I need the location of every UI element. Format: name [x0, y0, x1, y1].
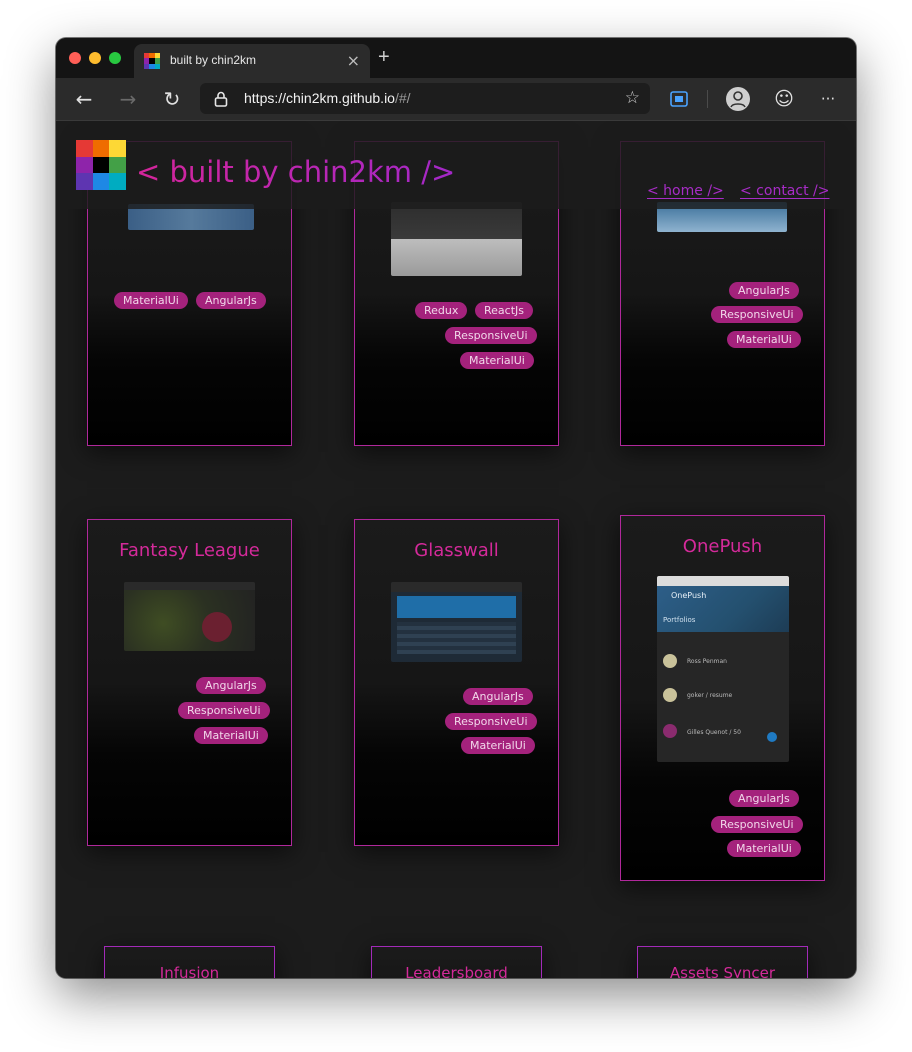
emoji-feedback-icon[interactable]: ☺	[772, 87, 796, 111]
nav-link-contact[interactable]: < contact />	[740, 183, 829, 199]
project-title: Infusion	[159, 964, 220, 978]
address-bar[interactable]: https://chin2km.github.io/#/ ☆	[200, 83, 650, 114]
screenshot-entry: Gilles Quenot / 50	[687, 729, 741, 736]
project-title: Glasswall	[414, 540, 499, 561]
project-card-assets-syncer[interactable]: Assets Syncer	[637, 946, 808, 978]
tag: AngularJs	[196, 292, 266, 309]
tag: MaterialUi	[461, 737, 535, 754]
nav-link-home[interactable]: < home />	[647, 183, 724, 199]
url-path: /#/	[394, 90, 411, 106]
tag: MaterialUi	[727, 840, 801, 857]
screenshot-entry: Ross Penman	[687, 658, 727, 665]
page-viewport: MaterialUi AngularJs Redux ReactJs Respo…	[56, 121, 856, 978]
person-icon	[730, 91, 746, 108]
url-text: https://chin2km.github.io/#/	[244, 90, 411, 106]
tag: MaterialUi	[727, 331, 801, 348]
project-title: Assets Syncer	[669, 964, 776, 978]
project-card-infusion[interactable]: Infusion	[104, 946, 275, 978]
tag: ResponsiveUi	[445, 713, 537, 730]
tag: ResponsiveUi	[711, 306, 803, 323]
tag: ReactJs	[475, 302, 533, 319]
minimize-window-button[interactable]	[89, 52, 101, 64]
project-card-fantasy-league[interactable]: Fantasy League AngularJs ResponsiveUi Ma…	[87, 519, 292, 846]
forward-button[interactable]: →	[116, 87, 140, 111]
project-screenshot: OnePush Portfolios Ross Penman goker / r…	[657, 576, 789, 762]
tag: MaterialUi	[194, 727, 268, 744]
site-logo-icon[interactable]	[76, 140, 126, 190]
tag: ResponsiveUi	[178, 702, 270, 719]
project-screenshot	[391, 582, 522, 662]
project-title: OnePush	[682, 536, 763, 557]
site-brand-title[interactable]: < built by chin2km />	[136, 155, 455, 189]
maximize-window-button[interactable]	[109, 52, 121, 64]
browser-tab[interactable]: built by chin2km ×	[134, 44, 370, 78]
tag: AngularJs	[463, 688, 533, 705]
toolbar-divider	[707, 90, 708, 108]
close-window-button[interactable]	[69, 52, 81, 64]
profile-avatar[interactable]	[726, 87, 750, 111]
project-card-leadersboard[interactable]: Leadersboard	[371, 946, 542, 978]
browser-toolbar: ← → ↻ https://chin2km.github.io/#/ ☆ ☺ ·…	[56, 78, 856, 121]
reload-button[interactable]: ↻	[160, 87, 184, 111]
tag: ResponsiveUi	[445, 327, 537, 344]
project-title: Fantasy League	[119, 540, 260, 561]
tag: MaterialUi	[114, 292, 188, 309]
tag: ResponsiveUi	[711, 816, 803, 833]
favorite-star-icon[interactable]: ☆	[625, 88, 640, 108]
favicon-icon	[144, 53, 160, 69]
project-card-onepush[interactable]: OnePush OnePush Portfolios Ross Penman g…	[620, 515, 825, 881]
tab-bar: built by chin2km × +	[56, 38, 856, 78]
browser-window: built by chin2km × + ← → ↻ https://chin2…	[56, 38, 856, 978]
tab-close-icon[interactable]: ×	[347, 51, 360, 70]
tag: AngularJs	[196, 677, 266, 694]
screenshot-entry: goker / resume	[687, 692, 733, 699]
tag: AngularJs	[729, 790, 799, 807]
project-screenshot	[124, 582, 255, 651]
lock-icon	[214, 91, 228, 107]
tag: Redux	[415, 302, 468, 319]
url-host: https://chin2km.github.io	[244, 90, 395, 106]
project-card-glasswall[interactable]: Glasswall AngularJs ResponsiveUi Materia…	[354, 519, 559, 846]
screenshot-app-name: OnePush	[671, 591, 707, 600]
tag: AngularJs	[729, 282, 799, 299]
screenshot-section: Portfolios	[663, 616, 696, 624]
tab-title: built by chin2km	[170, 53, 257, 67]
collections-icon[interactable]	[669, 89, 689, 109]
project-title: Leadersboard	[405, 964, 508, 978]
new-tab-button[interactable]: +	[378, 46, 390, 69]
more-options-icon[interactable]: ···	[816, 87, 840, 111]
project-screenshot	[391, 202, 522, 276]
back-button[interactable]: ←	[72, 87, 96, 111]
tag: MaterialUi	[460, 352, 534, 369]
site-header: < built by chin2km /> < home /> < contac…	[56, 121, 856, 209]
